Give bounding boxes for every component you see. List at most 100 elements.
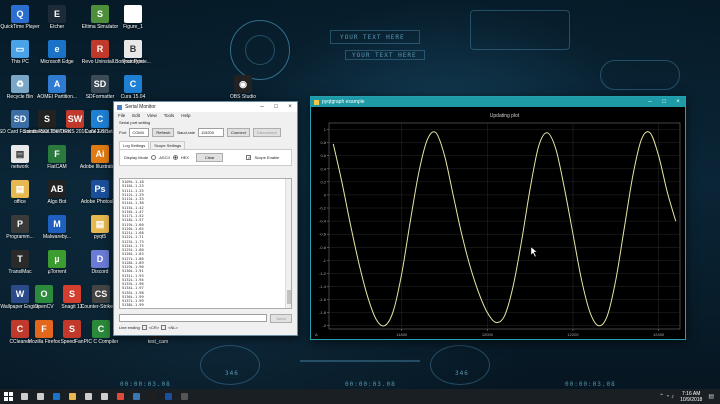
plot-window[interactable]: pyqtgraph example – □ × 1 0.8 0.6 0.4 0.2 0 -0… xyxy=(310,96,686,340)
desktop-icon[interactable]: ▤ pyqt5 xyxy=(85,215,115,240)
clock-date[interactable]: 10/9/2018 xyxy=(680,397,702,403)
send-row: Send xyxy=(119,314,292,323)
x-tick-label: 12400 xyxy=(653,332,665,337)
desktop-icon[interactable]: O OpenCV xyxy=(29,285,59,310)
hud-ring xyxy=(430,345,490,385)
desktop-icon[interactable]: Ai Adobe Illustrator... xyxy=(80,145,120,170)
desktop-icon[interactable]: F Mozilla Firefox xyxy=(28,320,60,345)
photoshop-icon[interactable] xyxy=(160,389,176,404)
clear-button[interactable]: Clear xyxy=(195,153,224,162)
desktop-icon[interactable]: A AOMEI Partition... xyxy=(37,75,77,100)
desktop-icon[interactable]: ◉ OBS Studio xyxy=(228,75,258,100)
menu-tools[interactable]: Tools xyxy=(164,113,175,118)
maximize-icon[interactable]: □ xyxy=(269,104,283,110)
y-tick-label: -0.4 xyxy=(319,219,327,224)
desktop-icon[interactable]: ▭ This PC xyxy=(5,40,35,65)
chrome-icon[interactable] xyxy=(112,389,128,404)
desktop-icon[interactable]: F FlatCAM xyxy=(42,145,72,170)
hud-bar xyxy=(300,360,420,362)
store-icon[interactable] xyxy=(80,389,96,404)
send-input[interactable] xyxy=(119,314,267,322)
baud-select[interactable]: 115200 xyxy=(197,128,224,137)
tab-scope-settings[interactable]: Scope Settings xyxy=(150,141,186,149)
tray-icons[interactable]: ⌃ ◔ ♪ xyxy=(659,393,674,400)
desktop-icon[interactable]: AB Algo Bot xyxy=(42,180,72,205)
opencv-icon: O xyxy=(35,285,53,303)
connect-button[interactable]: Connect xyxy=(226,128,250,137)
desktop-icon[interactable]: C PIC C Compiler xyxy=(84,320,118,345)
scrollbar-thumb[interactable] xyxy=(287,290,291,304)
hud-text: YOUR TEXT HERE xyxy=(340,34,405,41)
minimize-icon[interactable]: – xyxy=(643,99,657,105)
maximize-icon[interactable]: □ xyxy=(657,99,671,105)
clock-time[interactable]: 7:16 AM xyxy=(680,391,702,397)
nl-checkbox[interactable] xyxy=(161,325,167,330)
desktop-icon[interactable]: B Bonjour Printe... xyxy=(115,40,151,65)
menu-help[interactable]: Help xyxy=(181,113,190,118)
desktop-icon[interactable]: T TranslMac xyxy=(5,250,35,275)
cura-icon: C xyxy=(91,110,109,128)
desktop-icon[interactable]: e Microsoft Edge xyxy=(40,40,74,65)
desktop-icon[interactable]: C Cura 15.04 xyxy=(118,75,148,100)
auto-range-button[interactable]: A xyxy=(315,332,318,337)
desktop-icon[interactable]: ▤ network xyxy=(5,145,35,170)
ascii-radio[interactable] xyxy=(151,155,157,160)
desktop-icon[interactable]: R Revo Uninstall... xyxy=(82,40,118,65)
hex-radio[interactable] xyxy=(172,155,178,160)
desktop-icon[interactable]: S Eltima Simulator xyxy=(82,5,118,30)
task-view-icon[interactable] xyxy=(32,389,48,404)
desktop-icon[interactable]: µ µTorrent xyxy=(42,250,72,275)
start-button[interactable] xyxy=(0,389,16,404)
desktop-icon[interactable]: S SpeedFan xyxy=(57,320,87,345)
port-select[interactable]: COM4 xyxy=(129,128,150,137)
edge-icon[interactable] xyxy=(48,389,64,404)
wallpaper-icon: W xyxy=(11,285,29,303)
serial-monitor-window[interactable]: Serial Monitor – □ × File Edit View Tool… xyxy=(113,101,298,336)
menu-file[interactable]: File xyxy=(118,113,125,118)
serial-monitor-titlebar[interactable]: Serial Monitor – □ × xyxy=(114,102,297,112)
log-lines: 5109L-1.18 5110L-1.23 5111L-1.25 5112L-1.29… xyxy=(122,180,289,308)
explorer-icon[interactable] xyxy=(64,389,80,404)
desktop-icon-label: This PC xyxy=(11,59,29,65)
desktop-icon[interactable]: Q QuickTime Player xyxy=(0,5,40,30)
desktop-icon[interactable]: Ps Adobe Photosh... xyxy=(81,180,119,205)
minimize-icon[interactable]: – xyxy=(255,104,269,110)
desktop-icon[interactable]: E Etcher xyxy=(42,5,72,30)
notification-icon[interactable]: ▤ xyxy=(708,393,714,400)
mail-icon[interactable] xyxy=(96,389,112,404)
send-button[interactable]: Send xyxy=(270,314,292,323)
desktop-icon[interactable]: P Programm... xyxy=(5,215,35,240)
cr-label: <CR> xyxy=(148,325,160,330)
menu-view[interactable]: View xyxy=(147,113,157,118)
scope-enable-label: Scope Enable xyxy=(254,155,280,160)
desktop-icon[interactable]: ♻ Recycle Bin xyxy=(5,75,35,100)
desktop-icon[interactable]: CS Counter-Strike 1.6 xyxy=(81,285,121,310)
desktop-icon[interactable]: M Malwareby... xyxy=(42,215,72,240)
desktop-icon[interactable]: C Cura 2.6 Beta xyxy=(85,110,115,135)
cr-checkbox[interactable] xyxy=(141,325,147,330)
pycharm-icon[interactable] xyxy=(144,389,160,404)
desktop-icon[interactable]: Figure_1 xyxy=(118,5,148,30)
scope-enable-checkbox[interactable]: ✓ xyxy=(246,155,252,160)
baud-label: Baud-rate xyxy=(177,130,195,135)
desktop-icon[interactable]: SD SDFormatter xyxy=(85,75,115,100)
tab-log-settings[interactable]: Log Settings xyxy=(119,141,150,149)
search-icon[interactable] xyxy=(16,389,32,404)
desktop-icon[interactable]: D Discord xyxy=(85,250,115,275)
log-scrollbar[interactable] xyxy=(285,179,291,308)
obs-icon[interactable] xyxy=(176,389,192,404)
refresh-button[interactable]: Refresh xyxy=(152,128,175,137)
close-icon[interactable]: × xyxy=(283,104,297,110)
log-textarea[interactable]: 5109L-1.18 5110L-1.23 5111L-1.25 5112L-1.29… xyxy=(119,178,292,309)
y-tick-label: 0.8 xyxy=(320,140,326,145)
y-tick-label: -0.8 xyxy=(319,245,327,250)
disconnect-button[interactable]: Disconnect xyxy=(252,128,281,137)
desktop-icon[interactable]: ▤ office xyxy=(5,180,35,205)
menu-edit[interactable]: Edit xyxy=(132,113,140,118)
simulator-icon: S xyxy=(91,5,109,23)
plot-window-titlebar[interactable]: pyqtgraph example – □ × xyxy=(311,97,685,107)
plot-title: Updating plot xyxy=(490,113,520,119)
plot-area[interactable]: 1 0.8 0.6 0.4 0.2 0 -0.2 -0.4 -0.6 -0.8 -1 -1.2 -1.4… xyxy=(311,107,685,339)
close-icon[interactable]: × xyxy=(671,99,685,105)
python-icon[interactable] xyxy=(128,389,144,404)
